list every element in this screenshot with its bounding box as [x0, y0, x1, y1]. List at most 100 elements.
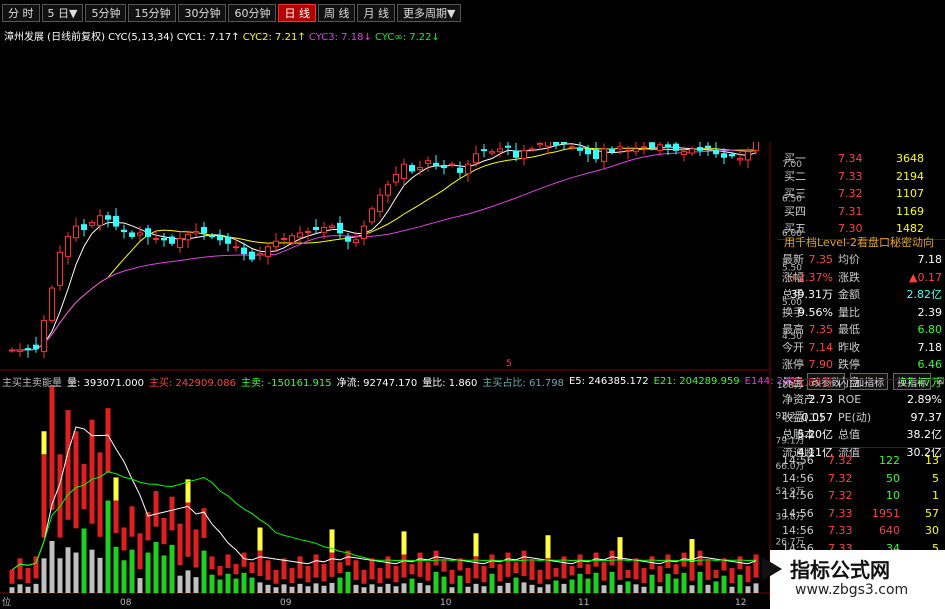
candle-body [673, 143, 679, 151]
candle-body [713, 149, 719, 155]
volume-bar-yellow [545, 535, 551, 559]
candle-body [337, 222, 343, 234]
volume-bar-yellow [185, 479, 191, 503]
volume-bar-sell [65, 547, 71, 593]
volume-bar-sell [545, 584, 551, 593]
quote-row: 涨幅 +2.37% 涨跌 ▲0.17 [778, 269, 945, 286]
volume-bar-buy [273, 569, 279, 584]
volume-bar-yellow [257, 527, 263, 551]
tick-count: 13 [925, 454, 939, 467]
volume-bar-buy [313, 554, 319, 578]
quote-value: 7.35 [808, 323, 834, 336]
quote-label: 今开 [782, 340, 804, 354]
level2-promo[interactable]: 用千档Level-2看盘口秘密动向 [784, 234, 934, 250]
volume-bar-buy [553, 567, 559, 577]
volume-bar-buy [305, 566, 311, 583]
quote-row: 最高 7.35 最低 6.80 [778, 321, 945, 338]
tick-row: 14:56 7.32 122 13 [778, 452, 945, 469]
candle-body [657, 144, 663, 151]
quote-label: 最低 [838, 323, 860, 336]
panel-divider [778, 447, 945, 448]
volume-bar-sell [9, 587, 15, 593]
volume-bar-buy [569, 566, 575, 576]
quote-value: 2.39 [917, 305, 943, 319]
volume-bar-buy [537, 569, 543, 584]
candle-body [457, 167, 463, 173]
candle-body [369, 208, 375, 223]
candle-body [105, 215, 111, 220]
volume-bar-sell [129, 549, 135, 593]
volume-bar-buy [689, 562, 695, 581]
volume-bar-buy [241, 552, 247, 567]
candle-body [97, 215, 103, 226]
volume-bar-sell [185, 570, 191, 593]
tick-time: 14:56 [782, 454, 814, 467]
volume-bar-buy [337, 562, 343, 573]
volume-bar-sell [369, 584, 375, 593]
quote-label: 最高 [782, 323, 804, 336]
candle-body [385, 184, 391, 196]
tick-count: 5 [932, 471, 939, 485]
volume-bar-buy [41, 454, 47, 538]
volume-bar-buy [9, 569, 15, 584]
volume-bar-sell [705, 584, 711, 593]
quote-label: PE(动) [838, 410, 872, 424]
volume-bar-buy [545, 558, 551, 580]
quote-value: 6.46 [917, 358, 943, 371]
bid-qty: 1107 [896, 187, 924, 200]
quote-panel: 买一 7.34 3648 买二 7.33 2194 买三 7.32 1107 买四 7.31 1169… [778, 142, 945, 609]
volume-bar-sell [617, 584, 623, 593]
volume-bar-buy [49, 385, 55, 510]
candle-body [121, 229, 127, 233]
volume-bar-sell [89, 549, 95, 593]
candle-body [257, 253, 263, 256]
volume-bar-buy [73, 431, 79, 529]
volume-bar-sell [137, 578, 143, 593]
volume-bar-sell [473, 583, 479, 593]
volume-bar-sell [153, 541, 159, 593]
volume-bar-sell [521, 582, 527, 593]
buypct-value: 主买占比: 61.798 [482, 378, 564, 389]
volume-bar-buy [433, 550, 439, 566]
volume-bar-sell [625, 581, 631, 593]
quote-row: 总股本 5.20亿 总值 38.2亿 [778, 426, 945, 443]
blank-area [330, 284, 613, 326]
bid-label: 买二 [784, 169, 806, 183]
volume-bar-buy [177, 523, 183, 566]
candle-body [41, 319, 47, 352]
quote-label: 金额 [838, 288, 860, 301]
candle-body [537, 142, 543, 146]
volume-bar-sell [393, 586, 399, 593]
quote-value: ▲0.17 [909, 270, 942, 284]
quote-value: +2.37% [788, 270, 833, 284]
candle-body [25, 348, 31, 351]
candle-body [33, 344, 39, 350]
tick-row: 14:56 7.32 50 5 [778, 470, 945, 487]
volume-bar-sell [81, 528, 87, 593]
volume-bar-buy [137, 533, 143, 570]
candle-body [577, 147, 583, 151]
volume-bar-sell [673, 578, 679, 593]
candle-body [745, 151, 751, 161]
candle-body [633, 148, 639, 153]
volume-bar-buy [153, 490, 159, 527]
volume-bar-sell [681, 572, 687, 593]
tick-count: 30 [925, 524, 939, 537]
quote-value: 21.84万 [790, 375, 834, 389]
volume-bar-sell [745, 586, 751, 593]
candle-body [289, 235, 295, 244]
quote-value: 17.47万 [899, 375, 943, 389]
volume-bar-sell [249, 577, 255, 593]
volume-bar-buy [449, 569, 455, 584]
volume-title[interactable]: 主买主卖能量 [2, 374, 62, 389]
volume-bar-buy [641, 567, 647, 583]
candle-body [585, 148, 591, 155]
quote-value: 7.35 [808, 253, 834, 266]
quote-value: 7.90 [808, 358, 834, 371]
candle-body [153, 237, 159, 240]
volume-bar-buy [409, 564, 415, 575]
volume-bar-buy [169, 496, 175, 531]
bid-row: 买四 7.31 1169 [778, 203, 945, 220]
volume-bar-sell [537, 587, 543, 593]
candle-body [177, 237, 183, 248]
